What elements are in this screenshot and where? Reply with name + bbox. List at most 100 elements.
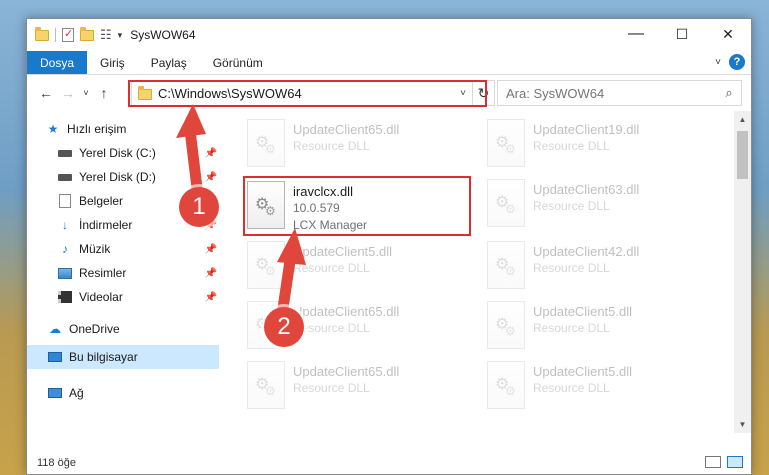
navigation-pane: ★ Hızlı erişim Yerel Disk (C:) 📌 Yerel D… [27, 111, 219, 433]
details-view-icon[interactable] [705, 456, 721, 468]
drive-icon [58, 149, 72, 157]
pin-icon[interactable]: 📌 [205, 172, 217, 183]
recent-locations-button[interactable]: ˅ [79, 88, 93, 98]
window-controls: — ☐ ✕ [613, 19, 751, 49]
tab-view[interactable]: Görünüm [200, 51, 276, 74]
dll-file-icon: ⚙⚙ [487, 241, 525, 289]
dll-file-icon: ⚙⚙ [247, 119, 285, 167]
ribbon-tabs: Dosya Giriş Paylaş Görünüm ˅ ? [27, 51, 751, 75]
file-name: UpdateClient65.dll [293, 364, 400, 379]
refresh-button[interactable]: ↻ [473, 80, 495, 106]
network-icon [48, 388, 62, 398]
sidebar-item-label: OneDrive [69, 322, 120, 336]
file-name: UpdateClient5.dll [293, 244, 393, 259]
dll-file-icon: ⚙⚙ [247, 361, 285, 409]
callout-2: 2 [264, 307, 304, 347]
back-button[interactable]: ← [35, 85, 57, 101]
view-switcher [705, 456, 743, 468]
search-input[interactable] [506, 85, 717, 101]
expand-ribbon-icon[interactable]: ˅ [715, 57, 721, 68]
sidebar-item-music[interactable]: ♪ Müzik 📌 [57, 237, 219, 261]
sidebar-item-label: Müzik [79, 242, 111, 256]
dll-file-icon: ⚙⚙ [247, 241, 285, 289]
up-button[interactable]: ↑ [93, 85, 115, 101]
sidebar-item-label: Yerel Disk (D:) [79, 170, 156, 184]
file-tile[interactable]: ⚙ ⚙ UpdateClient63.dll Resource DLL [487, 179, 717, 233]
file-description: Resource DLL [293, 261, 370, 275]
toolbar-dropdown-icon[interactable]: ▾ [118, 30, 123, 41]
sidebar-item-label: Videolar [79, 290, 123, 304]
status-bar: 118 öğe [27, 452, 751, 474]
sidebar-item-local-disk-d[interactable]: Yerel Disk (D:) 📌 [57, 165, 219, 189]
file-tile[interactable]: ⚙⚙ UpdateClient65.dll Resource DLL [247, 119, 477, 173]
file-tile[interactable]: ⚙⚙ UpdateClient65.dll Resource DLL [247, 361, 477, 415]
sidebar-item-label: İndirmeler [79, 218, 133, 232]
dll-file-icon: ⚙⚙ [487, 361, 525, 409]
file-name: UpdateClient65.dll [293, 122, 400, 137]
callout-1: 1 [179, 187, 219, 227]
sidebar-item-onedrive[interactable]: ☁ OneDrive [47, 317, 219, 341]
tab-home[interactable]: Giriş [87, 51, 138, 74]
address-bar[interactable]: C:\Windows\SysWOW64 ˅ [131, 80, 473, 106]
file-name: iravclcx.dll [293, 184, 353, 199]
close-button[interactable]: ✕ [705, 19, 751, 49]
scroll-down-icon[interactable]: ▼ [734, 416, 751, 433]
pin-icon[interactable]: 📌 [205, 244, 217, 255]
large-icons-view-icon[interactable] [727, 456, 743, 468]
file-name: UpdateClient42.dll [533, 244, 640, 259]
tab-file[interactable]: Dosya [27, 51, 88, 74]
cloud-icon: ☁ [49, 322, 61, 336]
file-tile[interactable]: ⚙ ⚙ UpdateClient5.dll Resource DLL [487, 301, 717, 355]
file-name: UpdateClient19.dll [533, 122, 640, 137]
file-version: 10.0.579 [293, 201, 340, 215]
videos-icon [58, 291, 72, 303]
file-tile-iravclcx[interactable]: ⚙ ⚙ iravclcx.dll 10.0.579 LCX Manager [247, 181, 477, 235]
scrollbar-thumb[interactable] [737, 131, 748, 179]
address-dropdown-icon[interactable]: ˅ [454, 88, 472, 99]
drive-icon [58, 173, 72, 181]
sidebar-item-this-pc[interactable]: Bu bilgisayar [27, 345, 219, 369]
address-path[interactable]: C:\Windows\SysWOW64 [158, 86, 454, 101]
dll-file-icon: ⚙⚙ [487, 301, 525, 349]
customize-view-icon[interactable]: ☷ [100, 27, 112, 43]
dll-file-icon: ⚙⚙ [487, 179, 525, 227]
computer-icon [48, 352, 62, 362]
forward-button[interactable]: → [57, 85, 79, 101]
quick-access-toolbar: ☷ ▾ [35, 26, 123, 43]
search-icon[interactable]: ⌕ [717, 85, 741, 101]
minimize-button[interactable]: — [613, 19, 659, 49]
tab-share[interactable]: Paylaş [138, 51, 200, 74]
music-icon: ♪ [62, 242, 68, 256]
new-folder-icon[interactable] [80, 26, 94, 41]
vertical-scrollbar[interactable]: ▲ ▼ [734, 111, 751, 433]
sidebar-item-videos[interactable]: Videolar 📌 [57, 285, 219, 309]
file-tile[interactable]: ⚙ ⚙ UpdateClient42.dll Resource DLL [487, 241, 717, 295]
item-count: 118 öğe [37, 457, 76, 469]
file-description: Resource DLL [533, 199, 610, 213]
sidebar-item-network[interactable]: Ağ [47, 381, 219, 405]
sidebar-item-quick-access[interactable]: ★ Hızlı erişim [45, 117, 219, 141]
file-description: Resource DLL [533, 321, 610, 335]
file-description: Resource DLL [293, 139, 370, 153]
pin-icon[interactable]: 📌 [205, 148, 217, 159]
pin-icon[interactable]: 📌 [205, 292, 217, 303]
sidebar-item-label: Bu bilgisayar [69, 350, 138, 364]
pin-icon[interactable]: 📌 [205, 268, 217, 279]
sidebar-item-pictures[interactable]: Resimler 📌 [57, 261, 219, 285]
star-icon: ★ [47, 122, 59, 136]
search-box[interactable]: ⌕ [497, 80, 742, 106]
maximize-button[interactable]: ☐ [659, 19, 705, 49]
file-tile[interactable]: ⚙ ⚙ UpdateClient5.dll Resource DLL [247, 241, 477, 295]
file-tile[interactable]: ⚙ ⚙ UpdateClient19.dll Resource DLL [487, 119, 717, 173]
file-description: LCX Manager [293, 218, 368, 232]
folder-icon [35, 26, 49, 41]
sidebar-item-label: Resimler [79, 266, 127, 280]
help-icon[interactable]: ? [729, 54, 745, 70]
file-name: UpdateClient65.dll [293, 304, 400, 319]
file-tile[interactable]: ⚙ ⚙ UpdateClient5.dll Resource DLL [487, 361, 717, 415]
toolbar-separator [55, 28, 56, 42]
sidebar-item-local-disk-c[interactable]: Yerel Disk (C:) 📌 [57, 141, 219, 165]
scroll-up-icon[interactable]: ▲ [734, 111, 751, 128]
dll-file-icon: ⚙⚙ [247, 181, 285, 229]
properties-icon[interactable] [62, 27, 74, 42]
